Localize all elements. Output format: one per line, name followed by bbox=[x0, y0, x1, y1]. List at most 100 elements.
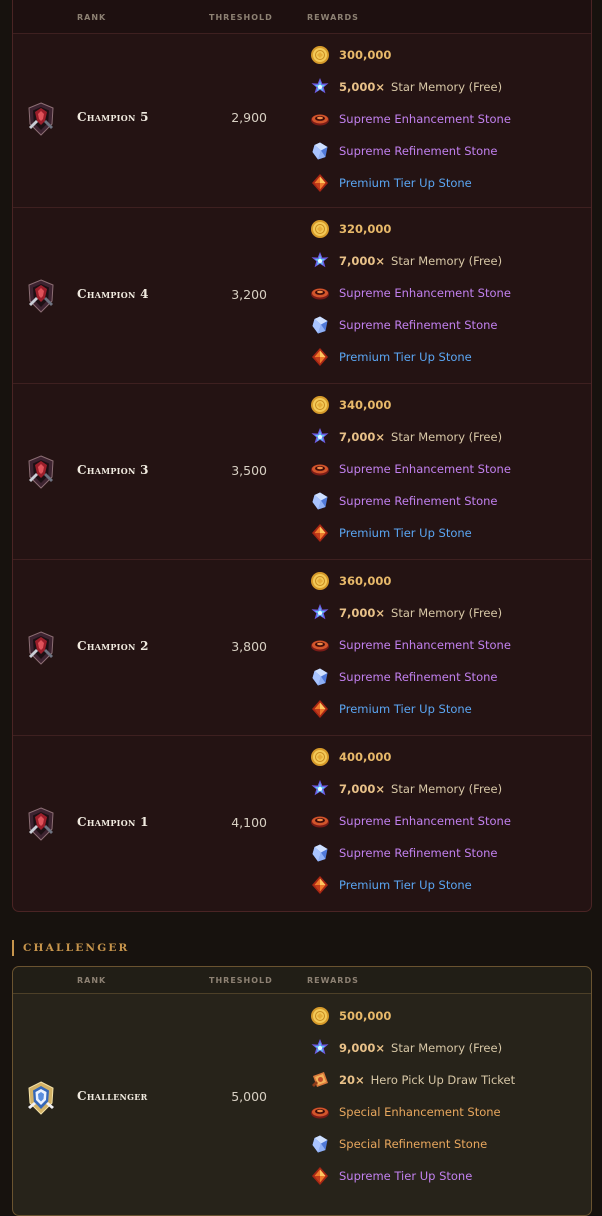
reward-star-memory: 7,000× Star Memory (Free) bbox=[310, 427, 590, 449]
reward-refinement-stone: Special Refinement Stone bbox=[310, 1134, 590, 1156]
reward-refinement-stone: Supreme Refinement Stone bbox=[310, 667, 590, 689]
rank-name: Champion 4 bbox=[77, 287, 149, 301]
threshold-column-header: THRESHOLD bbox=[209, 13, 273, 22]
reward-gold: 340,000 bbox=[310, 395, 590, 417]
enhancement-stone-icon bbox=[310, 811, 330, 831]
tier-up-stone-icon bbox=[310, 699, 330, 719]
reward-star-memory: 5,000× Star Memory (Free) bbox=[310, 77, 590, 99]
table-header: RANK THRESHOLD REWARDS bbox=[13, 0, 591, 34]
reward-gold: 400,000 bbox=[310, 747, 590, 769]
champion-crest-icon bbox=[26, 102, 56, 136]
gold-coin-icon bbox=[310, 571, 330, 591]
reward-star-memory: 9,000× Star Memory (Free) bbox=[310, 1038, 590, 1060]
reward-label: Premium Tier Up Stone bbox=[339, 526, 472, 540]
reward-gold: 320,000 bbox=[310, 219, 590, 241]
reward-gold-amount: 500,000 bbox=[339, 1009, 392, 1023]
reward-tier-up-stone: Premium Tier Up Stone bbox=[310, 523, 590, 545]
reward-gold: 300,000 bbox=[310, 45, 590, 67]
reward-label: Supreme Refinement Stone bbox=[339, 144, 498, 158]
refinement-stone-icon bbox=[310, 843, 330, 863]
reward-label: Supreme Enhancement Stone bbox=[339, 112, 511, 126]
threshold-value: 4,100 bbox=[231, 815, 267, 830]
reward-refinement-stone: Supreme Refinement Stone bbox=[310, 491, 590, 513]
champion-rank-table: RANK THRESHOLD REWARDS Champion 5 2,900 … bbox=[12, 0, 592, 912]
tier-up-stone-icon bbox=[310, 347, 330, 367]
refinement-stone-icon bbox=[310, 667, 330, 687]
reward-label: Supreme Tier Up Stone bbox=[339, 1169, 473, 1183]
reward-quantity: 7,000× bbox=[339, 606, 386, 620]
rank-name: Champion 2 bbox=[77, 639, 149, 653]
reward-label: Hero Pick Up Draw Ticket bbox=[370, 1073, 516, 1087]
refinement-stone-icon bbox=[310, 491, 330, 511]
threshold-value: 2,900 bbox=[231, 110, 267, 125]
reward-label: Premium Tier Up Stone bbox=[339, 702, 472, 716]
reward-label: Star Memory (Free) bbox=[391, 1041, 503, 1055]
reward-star-memory: 7,000× Star Memory (Free) bbox=[310, 603, 590, 625]
challenger-rank-table: RANK THRESHOLD REWARDS Challenger 5,000 … bbox=[12, 966, 592, 1216]
champion-crest-icon bbox=[26, 279, 56, 313]
star-memory-icon bbox=[310, 427, 330, 447]
draw-ticket-icon bbox=[310, 1070, 330, 1090]
star-memory-icon bbox=[310, 1038, 330, 1058]
tier-up-stone-icon bbox=[310, 173, 330, 193]
tier-up-stone-icon bbox=[310, 875, 330, 895]
reward-label: Supreme Enhancement Stone bbox=[339, 638, 511, 652]
reward-tier-up-stone: Premium Tier Up Stone bbox=[310, 699, 590, 721]
reward-label: Supreme Enhancement Stone bbox=[339, 286, 511, 300]
reward-quantity: 7,000× bbox=[339, 782, 386, 796]
reward-quantity: 20× bbox=[339, 1073, 365, 1087]
reward-label: Special Refinement Stone bbox=[339, 1137, 488, 1151]
reward-label: Star Memory (Free) bbox=[391, 606, 503, 620]
refinement-stone-icon bbox=[310, 1134, 330, 1154]
star-memory-icon bbox=[310, 779, 330, 799]
reward-label: Supreme Refinement Stone bbox=[339, 494, 498, 508]
section-title-challenger: CHALLENGER bbox=[12, 940, 130, 956]
reward-quantity: 7,000× bbox=[339, 254, 386, 268]
gold-coin-icon bbox=[310, 1006, 330, 1026]
table-row: Champion 3 3,500 340,000 7,000× Star Memo… bbox=[13, 383, 591, 560]
reward-refinement-stone: Supreme Refinement Stone bbox=[310, 315, 590, 337]
table-row: Champion 4 3,200 320,000 7,000× Star Memo… bbox=[13, 207, 591, 384]
threshold-value: 3,200 bbox=[231, 287, 267, 302]
champion-crest-icon bbox=[26, 631, 56, 665]
reward-quantity: 7,000× bbox=[339, 430, 386, 444]
gold-coin-icon bbox=[310, 45, 330, 65]
table-header: RANK THRESHOLD REWARDS bbox=[13, 967, 591, 994]
reward-label: Supreme Refinement Stone bbox=[339, 846, 498, 860]
rank-name: Challenger bbox=[77, 1089, 148, 1103]
reward-tier-up-stone: Premium Tier Up Stone bbox=[310, 173, 590, 195]
reward-enhancement-stone: Supreme Enhancement Stone bbox=[310, 635, 590, 657]
refinement-stone-icon bbox=[310, 315, 330, 335]
reward-star-memory: 7,000× Star Memory (Free) bbox=[310, 251, 590, 273]
star-memory-icon bbox=[310, 603, 330, 623]
table-row: Champion 1 4,100 400,000 7,000× Star Memo… bbox=[13, 735, 591, 911]
reward-label: Star Memory (Free) bbox=[391, 80, 503, 94]
reward-label: Star Memory (Free) bbox=[391, 254, 503, 268]
reward-label: Supreme Enhancement Stone bbox=[339, 814, 511, 828]
star-memory-icon bbox=[310, 251, 330, 271]
enhancement-stone-icon bbox=[310, 109, 330, 129]
table-row: Challenger 5,000 500,000 9,000× Star Memo… bbox=[13, 994, 591, 1216]
refinement-stone-icon bbox=[310, 141, 330, 161]
champion-crest-icon bbox=[26, 807, 56, 841]
enhancement-stone-icon bbox=[310, 283, 330, 303]
reward-enhancement-stone: Supreme Enhancement Stone bbox=[310, 283, 590, 305]
enhancement-stone-icon bbox=[310, 459, 330, 479]
reward-enhancement-stone: Supreme Enhancement Stone bbox=[310, 459, 590, 481]
table-row: Champion 2 3,800 360,000 7,000× Star Memo… bbox=[13, 559, 591, 736]
rewards-column-header: REWARDS bbox=[307, 976, 359, 985]
reward-refinement-stone: Supreme Refinement Stone bbox=[310, 141, 590, 163]
gold-coin-icon bbox=[310, 395, 330, 415]
reward-enhancement-stone: Supreme Enhancement Stone bbox=[310, 811, 590, 833]
reward-gold-amount: 400,000 bbox=[339, 750, 392, 764]
rank-column-header: RANK bbox=[77, 976, 107, 985]
reward-star-memory: 7,000× Star Memory (Free) bbox=[310, 779, 590, 801]
reward-gold-amount: 360,000 bbox=[339, 574, 392, 588]
reward-tier-up-stone: Premium Tier Up Stone bbox=[310, 347, 590, 369]
rank-column-header: RANK bbox=[77, 13, 107, 22]
reward-gold-amount: 340,000 bbox=[339, 398, 392, 412]
challenger-crest-icon bbox=[26, 1081, 56, 1115]
gold-coin-icon bbox=[310, 219, 330, 239]
reward-tier-up-stone: Supreme Tier Up Stone bbox=[310, 1166, 590, 1188]
reward-gold: 500,000 bbox=[310, 1006, 590, 1028]
